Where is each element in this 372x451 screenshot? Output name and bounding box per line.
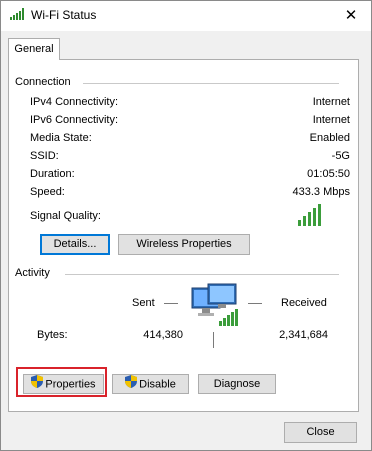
speed-label: Speed: (30, 186, 65, 198)
disable-button[interactable]: Disable (112, 374, 189, 394)
bytes-label: Bytes: (37, 329, 68, 341)
close-button[interactable]: Close (284, 422, 357, 443)
signal-strength-icon (298, 204, 328, 226)
bytes-sent-value: 414,380 (143, 329, 183, 341)
close-icon[interactable]: ✕ (337, 5, 365, 27)
signal-quality-label: Signal Quality: (30, 210, 101, 222)
ssid-value: -5G (331, 150, 350, 162)
media-state-label: Media State: (30, 132, 92, 144)
bytes-received-value: 2,341,684 (279, 329, 328, 341)
properties-highlight-box (16, 367, 107, 397)
ipv6-value: Internet (312, 114, 350, 126)
ipv4-value: Internet (312, 96, 350, 108)
wifi-signal-icon (10, 8, 26, 23)
bytes-divider (213, 332, 214, 348)
activity-divider (65, 274, 339, 275)
received-line (248, 303, 262, 304)
duration-label: Duration: (30, 168, 75, 180)
title-bar: Wi-Fi Status ✕ (1, 1, 371, 31)
uac-shield-icon (125, 375, 138, 394)
details-button[interactable]: Details... (40, 234, 110, 255)
diagnose-button[interactable]: Diagnose (198, 374, 276, 394)
duration-value: 01:05:50 (307, 168, 350, 180)
media-state-value: Enabled (309, 132, 350, 144)
ipv4-label: IPv4 Connectivity: (30, 96, 119, 108)
ssid-label: SSID: (30, 150, 59, 162)
ipv6-label: IPv6 Connectivity: (30, 114, 119, 126)
sent-label: Sent (132, 297, 155, 309)
received-label: Received (281, 297, 327, 309)
connection-group-label: Connection (15, 76, 71, 88)
disable-button-label: Disable (139, 378, 176, 391)
sent-line (164, 303, 178, 304)
speed-value: 433.3 Mbps (292, 186, 350, 198)
activity-group-label: Activity (15, 267, 50, 279)
connection-divider (83, 83, 339, 84)
wireless-properties-button[interactable]: Wireless Properties (118, 234, 250, 255)
wifi-status-window: Wi-Fi Status ✕ General Connection IPv4 C… (0, 0, 372, 451)
window-title: Wi-Fi Status (31, 8, 97, 22)
tab-general[interactable]: General (8, 38, 60, 60)
network-computer-icon (190, 282, 242, 333)
